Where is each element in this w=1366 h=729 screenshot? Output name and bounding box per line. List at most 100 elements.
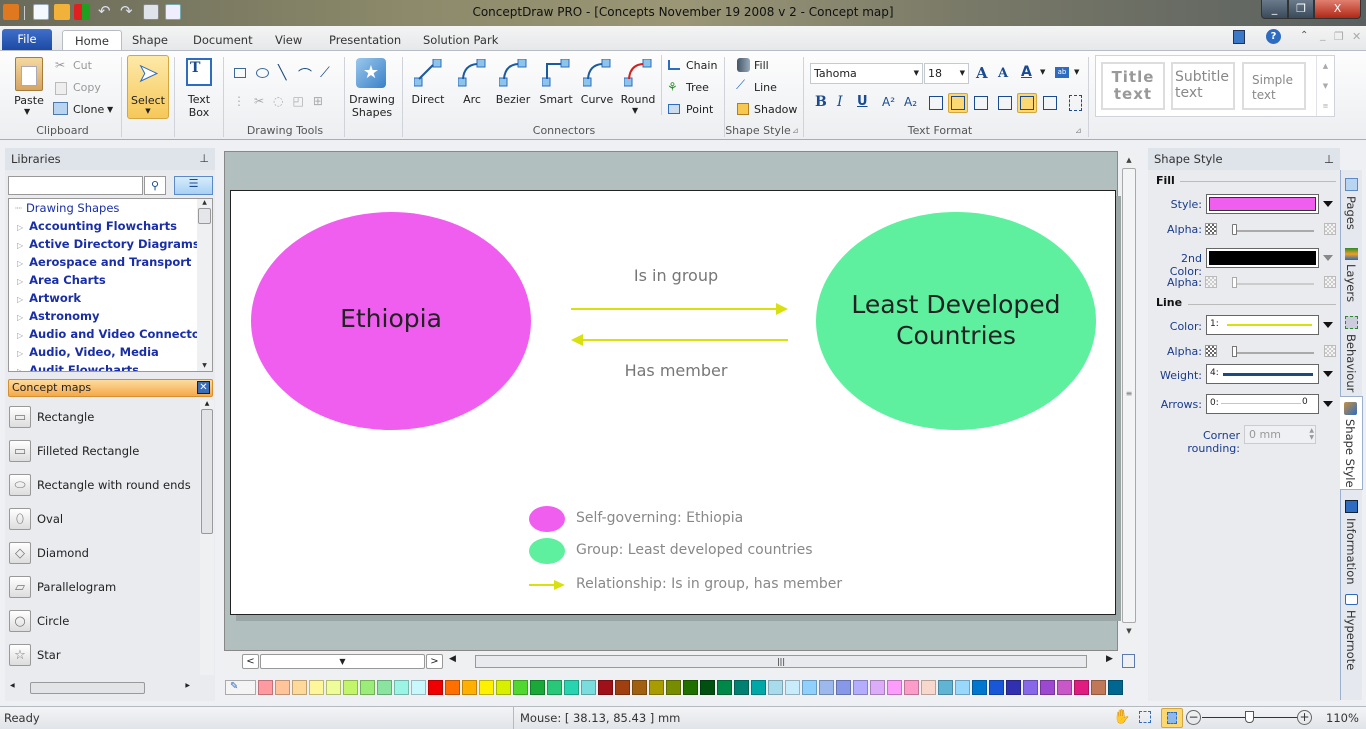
gallery-scroll[interactable]: ▲ ▼ ≡ (1316, 56, 1334, 116)
second-color-dropdown[interactable] (1206, 248, 1319, 268)
fit-page-icon[interactable] (1122, 654, 1135, 668)
color-swatch[interactable] (411, 680, 426, 695)
highlight-icon[interactable]: ab (1055, 67, 1069, 78)
shape-item[interactable]: ▭ Rectangle (5, 400, 200, 434)
second-alpha-thumb[interactable] (1232, 277, 1237, 288)
polyline-tool-icon[interactable]: ⟋ (320, 65, 330, 81)
side-tab-pages[interactable]: Pages (1344, 196, 1358, 230)
superscript-icon[interactable]: A² (882, 95, 895, 109)
search-icon[interactable]: ⚲ (144, 176, 166, 195)
scroll-thumb[interactable] (198, 208, 211, 224)
color-swatch[interactable] (1074, 680, 1089, 695)
hscroll-thumb[interactable] (30, 682, 145, 694)
bold-icon[interactable]: B (815, 94, 827, 110)
fill-alpha-thumb[interactable] (1232, 224, 1237, 235)
color-swatch[interactable] (955, 680, 970, 695)
color-swatch[interactable] (700, 680, 715, 695)
fill-button[interactable]: Fill (754, 59, 769, 72)
color-swatch[interactable] (377, 680, 392, 695)
scroll-right-icon[interactable]: ▶ (1106, 654, 1113, 664)
color-swatch[interactable] (870, 680, 885, 695)
shape-item[interactable]: ▭ Filleted Rectangle (5, 434, 200, 468)
shape-item[interactable]: ◇ Diamond (5, 536, 200, 570)
zoom-in-button[interactable]: + (1297, 710, 1312, 725)
fill-style-dropdown-icon[interactable] (1323, 201, 1333, 207)
fill-alpha-slider[interactable] (1234, 230, 1314, 232)
color-swatch[interactable] (989, 680, 1004, 695)
underline-icon[interactable]: U (857, 94, 868, 109)
shape-list-hscrollbar[interactable]: ◀ ▶ (10, 682, 190, 696)
color-swatch[interactable] (1006, 680, 1021, 695)
shape-style-dialog-icon[interactable]: ⊿ (792, 126, 799, 135)
color-swatch[interactable] (564, 680, 579, 695)
color-swatch[interactable] (1023, 680, 1038, 695)
title-text-style[interactable]: Title text (1101, 62, 1165, 110)
page-select[interactable]: ▼ (260, 654, 425, 669)
direct-connector-button[interactable]: Direct (408, 93, 448, 106)
fill-style-dropdown[interactable] (1206, 194, 1319, 214)
color-swatch[interactable] (1040, 680, 1055, 695)
color-swatch[interactable] (683, 680, 698, 695)
color-swatch[interactable] (394, 680, 409, 695)
library-item[interactable]: ▷ Audio and Video Connectors (9, 325, 212, 343)
tab-home[interactable]: Home (62, 30, 122, 50)
paste-dropdown-icon[interactable]: ▼ (24, 107, 30, 116)
side-tab-layers[interactable]: Layers (1344, 264, 1358, 302)
fit-to-window-icon[interactable] (1161, 708, 1183, 728)
shape-list-scrollbar[interactable]: ▲ (200, 400, 214, 675)
layout-icon[interactable] (1233, 30, 1245, 44)
shape-item[interactable]: ☆ Star (5, 638, 200, 672)
font-color-icon[interactable]: A (1021, 64, 1032, 80)
edit-tools-icons[interactable]: ⋮✂◌◰⊞ (233, 94, 332, 108)
concept-maps-library-header[interactable]: Concept maps ✕ (8, 379, 213, 397)
chain-button[interactable]: Chain (686, 59, 717, 72)
color-swatch[interactable] (887, 680, 902, 695)
color-swatch[interactable] (717, 680, 732, 695)
color-swatch[interactable] (547, 680, 562, 695)
tree-view-toggle-icon[interactable]: ☰ (174, 176, 213, 195)
file-menu-button[interactable]: File (2, 29, 52, 50)
spinner-icon[interactable]: ▲ ▼ (1309, 427, 1314, 441)
color-swatch[interactable] (598, 680, 613, 695)
color-swatch[interactable] (1057, 680, 1072, 695)
paste-button[interactable]: Paste (10, 94, 48, 107)
line-weight-dropdown-icon[interactable] (1323, 371, 1333, 377)
color-swatch[interactable] (666, 680, 681, 695)
subtitle-text-style[interactable]: Subtitle text (1171, 62, 1235, 110)
grow-font-icon[interactable]: A (976, 64, 988, 82)
tab-view[interactable]: View (263, 30, 314, 50)
font-family-select[interactable]: Tahoma ▼ (810, 63, 923, 84)
minimize-button[interactable]: _ (1261, 0, 1288, 19)
library-tree-scrollbar[interactable]: ▲ ▼ (197, 199, 212, 371)
valign-middle-icon[interactable] (1017, 93, 1037, 113)
zoom-slider-thumb[interactable] (1245, 711, 1254, 723)
doc-minimize-icon[interactable]: _ (1320, 28, 1326, 41)
tab-shape[interactable]: Shape (120, 30, 180, 50)
line-color-dropdown[interactable]: 1: (1206, 315, 1319, 335)
round-connector-button[interactable]: Round (618, 93, 658, 106)
valign-top-icon[interactable] (998, 96, 1012, 110)
color-swatch[interactable] (343, 680, 358, 695)
collapse-ribbon-icon[interactable]: ⌃ (1300, 30, 1308, 41)
arrows-dropdown[interactable]: 0: 0 (1206, 394, 1319, 414)
copy-button[interactable]: Copy (73, 81, 101, 94)
corner-rounding-input[interactable]: 0 mm ▲ ▼ (1244, 425, 1316, 444)
shape-item[interactable]: ○ Circle (5, 604, 200, 638)
tab-solution-park[interactable]: Solution Park (411, 30, 510, 50)
zoom-region-icon[interactable] (1139, 711, 1151, 723)
zoom-out-button[interactable]: − (1186, 710, 1201, 725)
color-swatch[interactable] (734, 680, 749, 695)
color-swatch[interactable] (1108, 680, 1123, 695)
line-weight-dropdown[interactable]: 4: (1206, 364, 1319, 384)
color-swatch[interactable] (326, 680, 341, 695)
tree-button[interactable]: Tree (686, 81, 709, 94)
close-library-icon[interactable]: ✕ (197, 381, 210, 394)
shape-item[interactable]: ⬯ Oval (5, 502, 200, 536)
text-format-dialog-icon[interactable]: ⊿ (1075, 126, 1082, 135)
restore-button[interactable]: ❐ (1288, 0, 1314, 19)
scroll-left-icon[interactable]: ◀ (449, 654, 456, 664)
color-swatch[interactable] (428, 680, 443, 695)
color-swatch[interactable] (1091, 680, 1106, 695)
select-button[interactable]: ➤ Select ▼ (127, 55, 169, 119)
align-right-icon[interactable] (974, 96, 988, 110)
